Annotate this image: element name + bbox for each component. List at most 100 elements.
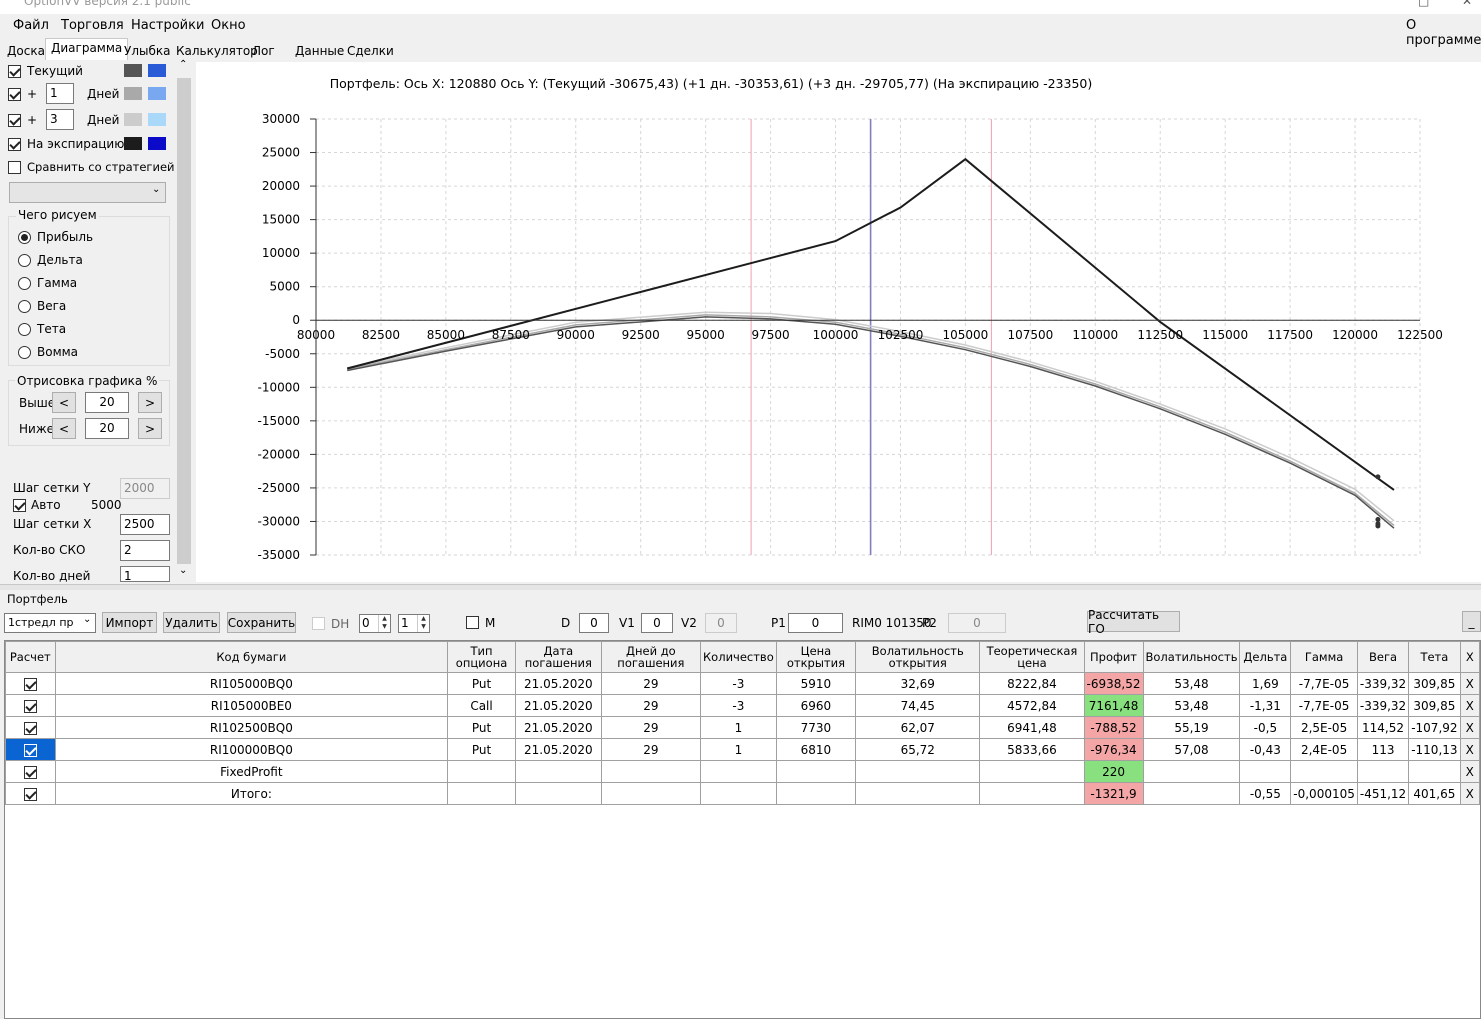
chevron-up-icon[interactable]: ⌃ (179, 59, 187, 70)
dh-checkbox[interactable] (312, 617, 325, 630)
above-decrease-button[interactable]: < (52, 392, 76, 413)
above-increase-button[interactable]: > (138, 392, 162, 413)
header-5[interactable]: Количество (700, 641, 777, 673)
calc-checkbox[interactable] (23, 677, 37, 691)
tab-smile[interactable]: Улыбка (118, 41, 176, 60)
header-14[interactable]: Тета (1408, 641, 1461, 673)
table-row[interactable]: FixedProfit 220 X (5, 760, 1481, 783)
remove-row-button[interactable]: X (1459, 694, 1481, 717)
calc-go-button[interactable]: Рассчитать ГО (1087, 608, 1180, 636)
tab-board[interactable]: Доска (1, 41, 51, 60)
table-row[interactable]: RI100000BQ0 Put 21.05.2020 29 1 6810 65,72 5833… (5, 738, 1481, 761)
chevron-down-icon[interactable]: ⌄ (152, 184, 160, 195)
strategy-select[interactable] (9, 182, 166, 203)
save-button[interactable]: Сохранить (227, 612, 296, 633)
header-3[interactable]: Дата погашения (514, 641, 602, 673)
tab-deals[interactable]: Сделки (341, 41, 400, 60)
header-11[interactable]: Дельта (1239, 641, 1292, 673)
header-13[interactable]: Вега (1356, 641, 1410, 673)
below-decrease-button[interactable]: < (52, 418, 76, 439)
close-icon[interactable]: ✕ (1462, 0, 1472, 8)
header-1[interactable]: Код бумаги (54, 641, 449, 673)
plus3-color-swatch-alt[interactable] (148, 113, 166, 126)
spin-2[interactable]: 1 ▲ ▼ (398, 614, 430, 633)
calc-checkbox[interactable] (23, 787, 37, 801)
spinner-arrows-icon[interactable]: ▲ ▼ (417, 615, 429, 632)
header-8[interactable]: Теоретическая цена (979, 641, 1085, 673)
tab-log[interactable]: Лог (246, 41, 281, 60)
chevron-down-icon[interactable]: ⌄ (83, 614, 91, 625)
calc-checkbox[interactable] (23, 743, 37, 757)
header-7[interactable]: Волатильность открытия (855, 641, 981, 673)
p2-input[interactable]: 0 (948, 613, 1006, 633)
header-0[interactable]: Расчет (5, 641, 56, 673)
left-panel-scrollbar[interactable]: ⌃ ⌄ (176, 59, 192, 582)
radio-profit[interactable]: Прибыль (18, 230, 93, 244)
calc-checkbox-cell[interactable] (5, 694, 56, 717)
minimize-button[interactable]: _ (1462, 611, 1481, 632)
days-count-input[interactable]: 1 (120, 566, 170, 583)
radio-theta-icon[interactable] (18, 322, 31, 336)
p1-input[interactable]: 0 (788, 613, 843, 633)
plus3-checkbox[interactable] (8, 113, 21, 127)
above-input[interactable]: 20 (85, 392, 129, 413)
remove-row-button[interactable]: X (1459, 760, 1481, 783)
m-checkbox[interactable] (466, 616, 479, 629)
chevron-down-icon[interactable]: ⌄ (179, 565, 187, 576)
radio-profit-icon[interactable] (18, 230, 31, 244)
v1-input[interactable]: 0 (641, 613, 673, 633)
plus3-days-input[interactable]: 3 (46, 109, 74, 130)
calc-checkbox-cell[interactable] (5, 672, 56, 695)
grid-y-input[interactable]: 2000 (120, 478, 170, 499)
calc-checkbox[interactable] (23, 699, 37, 713)
current-color-swatch-alt[interactable] (148, 64, 166, 77)
plus1-color-swatch-alt[interactable] (148, 87, 166, 100)
calc-checkbox-cell[interactable] (5, 782, 56, 805)
minimize-icon[interactable]: □ (1418, 0, 1429, 8)
radio-delta-icon[interactable] (18, 253, 31, 267)
header-9[interactable]: Профит (1083, 641, 1144, 673)
sko-input[interactable]: 2 (120, 540, 170, 561)
menu-file[interactable]: Файл (13, 18, 49, 33)
radio-vega[interactable]: Вега (18, 299, 66, 313)
expiry-checkbox[interactable] (8, 137, 21, 151)
plus1-color-swatch[interactable] (124, 87, 142, 100)
current-checkbox[interactable] (8, 64, 21, 78)
plus3-color-swatch[interactable] (124, 113, 142, 126)
header-15[interactable]: X (1459, 641, 1481, 673)
radio-theta[interactable]: Тета (18, 322, 66, 336)
expiry-color-swatch-alt[interactable] (148, 137, 166, 150)
current-color-swatch[interactable] (124, 64, 142, 77)
radio-gamma[interactable]: Гамма (18, 276, 77, 290)
table-row[interactable]: Итого: -1321,9 -0,55 -0,000105 -451,12 401,65… (5, 782, 1481, 805)
table-row[interactable]: RI105000BE0 Call 21.05.2020 29 -3 6960 74,45 45… (5, 694, 1481, 717)
header-2[interactable]: Тип опциона (447, 641, 516, 673)
splitter[interactable] (0, 584, 1481, 590)
header-4[interactable]: Дней до погашения (600, 641, 702, 673)
calc-checkbox-cell[interactable] (5, 716, 56, 739)
radio-delta[interactable]: Дельта (18, 253, 83, 267)
v2-input[interactable]: 0 (705, 613, 737, 633)
grid-x-input[interactable]: 2500 (120, 514, 170, 535)
below-input[interactable]: 20 (85, 418, 129, 439)
header-10[interactable]: Волатильность (1142, 641, 1241, 673)
spin-1[interactable]: 0 ▲ ▼ (359, 614, 391, 633)
header-12[interactable]: Гамма (1290, 641, 1358, 673)
spinner-arrows-icon[interactable]: ▲ ▼ (378, 615, 390, 632)
calc-checkbox[interactable] (23, 721, 37, 735)
expiry-color-swatch[interactable] (124, 137, 142, 150)
radio-vomma-icon[interactable] (18, 345, 31, 359)
menu-trading[interactable]: Торговля (61, 18, 124, 33)
remove-row-button[interactable]: X (1459, 716, 1481, 739)
calc-checkbox-cell[interactable] (5, 760, 56, 783)
header-6[interactable]: Цена открытия (775, 641, 857, 673)
plus1-days-input[interactable]: 1 (46, 83, 74, 104)
below-increase-button[interactable]: > (138, 418, 162, 439)
radio-gamma-icon[interactable] (18, 276, 31, 290)
menu-window[interactable]: Окно (211, 18, 246, 33)
import-button[interactable]: Импорт (102, 612, 157, 633)
tab-diagram[interactable]: Диаграмма (45, 38, 129, 60)
calc-checkbox-cell[interactable] (5, 738, 56, 761)
compare-checkbox[interactable] (8, 160, 21, 174)
auto-checkbox[interactable] (13, 498, 26, 512)
